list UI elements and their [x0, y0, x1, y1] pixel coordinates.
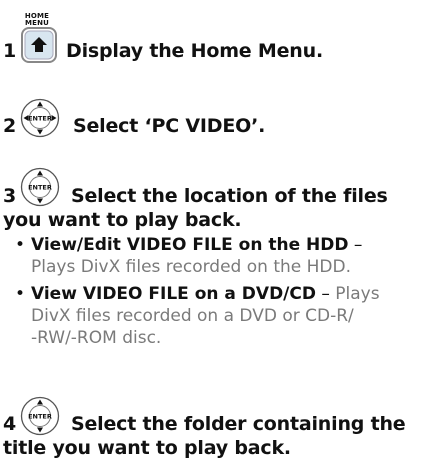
enter-dpad-icon: ENTER — [20, 98, 60, 138]
enter-text: ENTER — [28, 413, 52, 421]
option-dvd-description-line2: DivX files recorded on a DVD or CD-R/ — [31, 306, 354, 326]
option-dvd-description-line3: -RW/-ROM disc. — [31, 328, 162, 348]
step-2-number: 2 — [3, 115, 17, 137]
enter-text: ENTER — [28, 115, 52, 123]
enter-updown-icon: ENTER — [20, 167, 60, 207]
step-3-number: 3 — [3, 185, 17, 207]
enter-updown-icon: ENTER — [20, 396, 60, 436]
home-label-line2: MENU — [24, 19, 50, 27]
bullet-dot: • — [15, 235, 26, 255]
step-4-text-line1: Select the folder containing the — [71, 413, 406, 435]
home-button-icon — [21, 27, 57, 63]
option-dvd-separator: – — [315, 284, 330, 304]
option-hdd-separator: – — [348, 235, 363, 255]
step-3-text-line2: you want to play back. — [3, 209, 242, 231]
step-4-text-line2: title you want to play back. — [3, 437, 291, 459]
option-hdd-description: Plays DivX files recorded on the HDD. — [31, 257, 351, 277]
option-hdd-title: View/Edit VIDEO FILE on the HDD — [31, 235, 349, 255]
step-1-text: Display the Home Menu. — [66, 40, 323, 62]
option-hdd: • View/Edit VIDEO FILE on the HDD – Plays… — [15, 234, 435, 278]
option-dvd-title: View VIDEO FILE on a DVD/CD — [31, 284, 316, 304]
enter-text: ENTER — [28, 184, 52, 192]
option-dvd: • View VIDEO FILE on a DVD/CD – Plays Div… — [15, 283, 435, 349]
option-dvd-rest: Plays — [329, 284, 380, 304]
home-menu-label: HOME MENU — [24, 13, 50, 27]
step-1-number: 1 — [3, 40, 17, 62]
step-3-text-line1: Select the location of the files — [71, 185, 388, 207]
step-2-text: Select ‘PC VIDEO’. — [73, 115, 266, 137]
bullet-dot: • — [15, 284, 26, 304]
step-4-number: 4 — [3, 413, 17, 435]
